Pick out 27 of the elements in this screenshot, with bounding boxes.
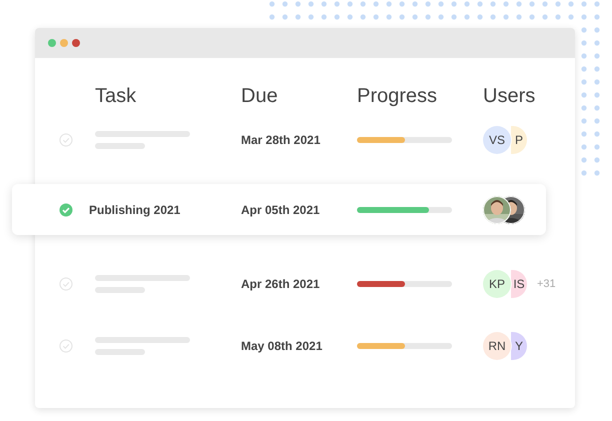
more-users-count: +31 [537, 278, 556, 290]
column-header: Users [483, 84, 536, 108]
due-date: Mar 28th 2021 [241, 133, 322, 147]
task-row[interactable]: Publishing 2021 Apr 05th 2021 [12, 184, 546, 235]
task-row[interactable]: Apr 26th 2021 KP IS +31 [35, 253, 575, 315]
check-icon[interactable] [59, 133, 73, 147]
minimize-icon[interactable] [60, 39, 68, 47]
column-header: Due [241, 84, 279, 108]
due-date: Apr 05th 2021 [241, 202, 321, 216]
check-icon[interactable] [59, 339, 73, 353]
maximize-icon[interactable] [48, 39, 56, 47]
check-icon[interactable] [59, 277, 73, 291]
due-date: May 08th 2021 [241, 339, 324, 353]
user-avatar[interactable]: VS [483, 126, 511, 154]
close-icon[interactable] [72, 39, 80, 47]
user-avatar[interactable]: RN [483, 332, 511, 360]
task-name: Publishing 2021 [89, 202, 182, 216]
user-avatar[interactable]: P [511, 126, 527, 154]
column-header: Task [95, 84, 138, 108]
task-row[interactable]: Mar 28th 2021 VS P [35, 109, 575, 171]
check-icon[interactable] [59, 202, 73, 216]
user-avatar[interactable]: Y [511, 332, 527, 360]
user-avatar[interactable]: KP [483, 270, 511, 298]
user-avatar[interactable]: IS [511, 270, 527, 298]
task-row[interactable]: May 08th 2021 RN Y [35, 315, 575, 377]
due-date: Apr 26th 2021 [241, 277, 321, 291]
column-header: Progress [357, 84, 438, 108]
